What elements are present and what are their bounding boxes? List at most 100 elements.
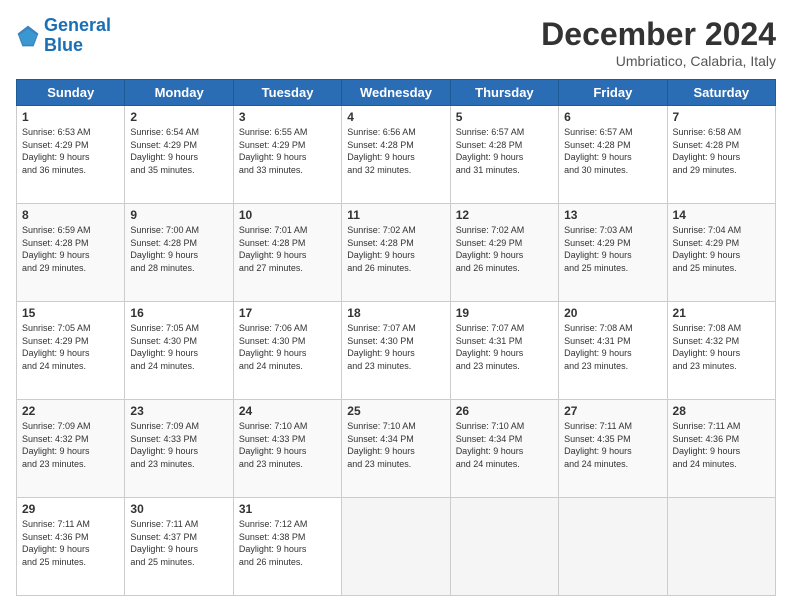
day-info: Sunrise: 6:57 AM Sunset: 4:28 PM Dayligh… xyxy=(456,126,553,176)
day-header-friday: Friday xyxy=(559,80,667,106)
day-number: 29 xyxy=(22,502,119,516)
day-header-tuesday: Tuesday xyxy=(233,80,341,106)
title-block: December 2024 Umbriatico, Calabria, Ital… xyxy=(541,16,776,69)
calendar-cell: 23 Sunrise: 7:09 AM Sunset: 4:33 PM Dayli… xyxy=(125,400,233,498)
day-number: 12 xyxy=(456,208,553,222)
calendar-cell: 26Sunrise: 7:10 AM Sunset: 4:34 PM Dayli… xyxy=(450,400,558,498)
calendar-cell: 22 Sunrise: 7:09 AM Sunset: 4:32 PM Dayli… xyxy=(17,400,125,498)
day-info: Sunrise: 7:11 AM Sunset: 4:36 PM Dayligh… xyxy=(673,420,770,470)
day-number: 25 xyxy=(347,404,444,418)
day-info: Sunrise: 7:10 AM Sunset: 4:34 PM Dayligh… xyxy=(456,420,553,470)
calendar-week-3: 15 Sunrise: 7:05 AM Sunset: 4:29 PM Dayli… xyxy=(17,302,776,400)
day-info: Sunrise: 6:58 AM Sunset: 4:28 PM Dayligh… xyxy=(673,126,770,176)
calendar-cell: 19 Sunrise: 7:07 AM Sunset: 4:31 PM Dayli… xyxy=(450,302,558,400)
day-number: 19 xyxy=(456,306,553,320)
logo-icon xyxy=(16,24,40,48)
day-info: Sunrise: 7:12 AM Sunset: 4:38 PM Dayligh… xyxy=(239,518,336,568)
calendar-week-4: 22 Sunrise: 7:09 AM Sunset: 4:32 PM Dayli… xyxy=(17,400,776,498)
calendar-cell: 15 Sunrise: 7:05 AM Sunset: 4:29 PM Dayli… xyxy=(17,302,125,400)
calendar-cell: 20 Sunrise: 7:08 AM Sunset: 4:31 PM Dayli… xyxy=(559,302,667,400)
calendar-body: 1Sunrise: 6:53 AM Sunset: 4:29 PM Daylig… xyxy=(17,106,776,596)
day-number: 9 xyxy=(130,208,227,222)
day-info: Sunrise: 7:03 AM Sunset: 4:29 PM Dayligh… xyxy=(564,224,661,274)
day-number: 22 xyxy=(22,404,119,418)
day-info: Sunrise: 7:01 AM Sunset: 4:28 PM Dayligh… xyxy=(239,224,336,274)
day-number: 4 xyxy=(347,110,444,124)
calendar-cell: 17 Sunrise: 7:06 AM Sunset: 4:30 PM Dayli… xyxy=(233,302,341,400)
day-number: 18 xyxy=(347,306,444,320)
day-number: 23 xyxy=(130,404,227,418)
calendar-cell: 7 Sunrise: 6:58 AM Sunset: 4:28 PM Daylig… xyxy=(667,106,775,204)
day-number: 30 xyxy=(130,502,227,516)
day-number: 11 xyxy=(347,208,444,222)
day-number: 13 xyxy=(564,208,661,222)
day-info: Sunrise: 7:09 AM Sunset: 4:32 PM Dayligh… xyxy=(22,420,119,470)
day-info: Sunrise: 6:59 AM Sunset: 4:28 PM Dayligh… xyxy=(22,224,119,274)
day-number: 5 xyxy=(456,110,553,124)
calendar-cell: 14 Sunrise: 7:04 AM Sunset: 4:29 PM Dayli… xyxy=(667,204,775,302)
day-info: Sunrise: 7:10 AM Sunset: 4:34 PM Dayligh… xyxy=(347,420,444,470)
day-number: 6 xyxy=(564,110,661,124)
day-header-monday: Monday xyxy=(125,80,233,106)
calendar-week-5: 29 Sunrise: 7:11 AM Sunset: 4:36 PM Dayli… xyxy=(17,498,776,596)
day-info: Sunrise: 7:10 AM Sunset: 4:33 PM Dayligh… xyxy=(239,420,336,470)
calendar-cell: 18 Sunrise: 7:07 AM Sunset: 4:30 PM Dayli… xyxy=(342,302,450,400)
day-number: 7 xyxy=(673,110,770,124)
calendar-cell: 24 Sunrise: 7:10 AM Sunset: 4:33 PM Dayli… xyxy=(233,400,341,498)
calendar-cell: 29 Sunrise: 7:11 AM Sunset: 4:36 PM Dayli… xyxy=(17,498,125,596)
day-number: 1 xyxy=(22,110,119,124)
day-header-wednesday: Wednesday xyxy=(342,80,450,106)
day-info: Sunrise: 7:11 AM Sunset: 4:35 PM Dayligh… xyxy=(564,420,661,470)
day-number: 14 xyxy=(673,208,770,222)
logo: General Blue xyxy=(16,16,111,56)
day-number: 31 xyxy=(239,502,336,516)
day-info: Sunrise: 6:55 AM Sunset: 4:29 PM Dayligh… xyxy=(239,126,336,176)
calendar-cell: 4 Sunrise: 6:56 AM Sunset: 4:28 PM Daylig… xyxy=(342,106,450,204)
calendar-header-row: SundayMondayTuesdayWednesdayThursdayFrid… xyxy=(17,80,776,106)
day-info: Sunrise: 7:06 AM Sunset: 4:30 PM Dayligh… xyxy=(239,322,336,372)
calendar-cell: 25 Sunrise: 7:10 AM Sunset: 4:34 PM Dayli… xyxy=(342,400,450,498)
day-info: Sunrise: 7:02 AM Sunset: 4:29 PM Dayligh… xyxy=(456,224,553,274)
calendar-cell: 8Sunrise: 6:59 AM Sunset: 4:28 PM Daylig… xyxy=(17,204,125,302)
day-number: 17 xyxy=(239,306,336,320)
day-number: 20 xyxy=(564,306,661,320)
calendar-cell xyxy=(450,498,558,596)
day-info: Sunrise: 6:56 AM Sunset: 4:28 PM Dayligh… xyxy=(347,126,444,176)
subtitle: Umbriatico, Calabria, Italy xyxy=(541,53,776,69)
day-info: Sunrise: 6:54 AM Sunset: 4:29 PM Dayligh… xyxy=(130,126,227,176)
day-number: 28 xyxy=(673,404,770,418)
day-info: Sunrise: 7:07 AM Sunset: 4:30 PM Dayligh… xyxy=(347,322,444,372)
calendar-cell: 3Sunrise: 6:55 AM Sunset: 4:29 PM Daylig… xyxy=(233,106,341,204)
day-info: Sunrise: 7:11 AM Sunset: 4:36 PM Dayligh… xyxy=(22,518,119,568)
day-info: Sunrise: 7:08 AM Sunset: 4:31 PM Dayligh… xyxy=(564,322,661,372)
day-info: Sunrise: 6:57 AM Sunset: 4:28 PM Dayligh… xyxy=(564,126,661,176)
day-number: 2 xyxy=(130,110,227,124)
day-info: Sunrise: 7:07 AM Sunset: 4:31 PM Dayligh… xyxy=(456,322,553,372)
calendar-cell: 13 Sunrise: 7:03 AM Sunset: 4:29 PM Dayli… xyxy=(559,204,667,302)
day-info: Sunrise: 7:05 AM Sunset: 4:30 PM Dayligh… xyxy=(130,322,227,372)
logo-line2: Blue xyxy=(44,35,83,55)
calendar-cell xyxy=(667,498,775,596)
day-info: Sunrise: 7:00 AM Sunset: 4:28 PM Dayligh… xyxy=(130,224,227,274)
calendar-cell: 30Sunrise: 7:11 AM Sunset: 4:37 PM Dayli… xyxy=(125,498,233,596)
calendar-cell: 28 Sunrise: 7:11 AM Sunset: 4:36 PM Dayli… xyxy=(667,400,775,498)
day-header-sunday: Sunday xyxy=(17,80,125,106)
calendar-cell: 27Sunrise: 7:11 AM Sunset: 4:35 PM Dayli… xyxy=(559,400,667,498)
day-number: 24 xyxy=(239,404,336,418)
calendar-cell: 9 Sunrise: 7:00 AM Sunset: 4:28 PM Daylig… xyxy=(125,204,233,302)
logo-text: General Blue xyxy=(44,16,111,56)
calendar-week-1: 1Sunrise: 6:53 AM Sunset: 4:29 PM Daylig… xyxy=(17,106,776,204)
day-info: Sunrise: 7:08 AM Sunset: 4:32 PM Dayligh… xyxy=(673,322,770,372)
header: General Blue December 2024 Umbriatico, C… xyxy=(16,16,776,69)
day-info: Sunrise: 7:05 AM Sunset: 4:29 PM Dayligh… xyxy=(22,322,119,372)
day-info: Sunrise: 7:04 AM Sunset: 4:29 PM Dayligh… xyxy=(673,224,770,274)
calendar-cell: 11 Sunrise: 7:02 AM Sunset: 4:28 PM Dayli… xyxy=(342,204,450,302)
calendar-cell: 12 Sunrise: 7:02 AM Sunset: 4:29 PM Dayli… xyxy=(450,204,558,302)
day-info: Sunrise: 7:02 AM Sunset: 4:28 PM Dayligh… xyxy=(347,224,444,274)
calendar-cell: 21Sunrise: 7:08 AM Sunset: 4:32 PM Dayli… xyxy=(667,302,775,400)
day-info: Sunrise: 7:09 AM Sunset: 4:33 PM Dayligh… xyxy=(130,420,227,470)
calendar: SundayMondayTuesdayWednesdayThursdayFrid… xyxy=(16,79,776,596)
page: General Blue December 2024 Umbriatico, C… xyxy=(0,0,792,612)
calendar-cell: 10Sunrise: 7:01 AM Sunset: 4:28 PM Dayli… xyxy=(233,204,341,302)
day-number: 15 xyxy=(22,306,119,320)
